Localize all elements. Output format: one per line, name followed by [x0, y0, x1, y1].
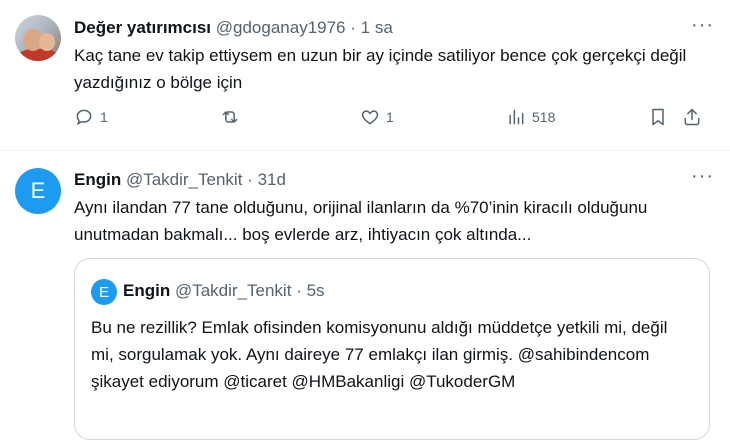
timestamp[interactable]: 31d — [258, 170, 286, 189]
user-handle[interactable]: @Takdir_Tenkit — [126, 170, 242, 189]
tweet[interactable]: E Engin @Takdir_Tenkit · 31d ··· Aynı il… — [0, 151, 730, 440]
avatar-face — [39, 33, 55, 51]
like-button[interactable]: 1 — [360, 107, 394, 127]
quoted-header: Engin @Takdir_Tenkit · 5s — [123, 281, 325, 301]
reply-count: 1 — [100, 109, 108, 125]
quoted-tweet-text: Bu ne rezillik? Emlak ofisinden komisyon… — [91, 318, 668, 391]
quoted-avatar[interactable]: E — [91, 279, 117, 305]
more-dots-icon[interactable]: ··· — [691, 165, 714, 188]
retweet-icon — [222, 111, 238, 123]
display-name[interactable]: Değer yatırımcısı — [74, 18, 211, 37]
action-bar: 1 1 518 — [74, 107, 714, 135]
tweet-text: Aynı ilandan 77 tane olduğunu, orijinal … — [74, 198, 648, 244]
tweet-reply[interactable]: Değer yatırımcısı @gdoganay1976 · 1 sa ·… — [0, 0, 730, 151]
share-button[interactable] — [682, 107, 702, 127]
like-count: 1 — [386, 109, 394, 125]
separator-dot: · — [247, 170, 253, 189]
views-chart-icon — [509, 109, 524, 125]
avatar[interactable] — [15, 15, 61, 61]
quoted-timestamp[interactable]: 5s — [307, 281, 325, 300]
quoted-tweet[interactable]: E Engin @Takdir_Tenkit · 5s Bu ne rezill… — [74, 258, 710, 440]
reply-button[interactable]: 1 — [74, 107, 108, 127]
quoted-user-handle[interactable]: @Takdir_Tenkit — [175, 281, 291, 300]
avatar[interactable]: E — [15, 168, 61, 214]
heart-icon — [361, 110, 379, 125]
timestamp[interactable]: 1 sa — [361, 18, 393, 37]
views-button[interactable]: 518 — [506, 107, 555, 127]
tweet-header: Engin @Takdir_Tenkit · 31d — [74, 170, 286, 190]
share-icon — [684, 108, 700, 126]
bookmark-button[interactable] — [648, 107, 668, 127]
display-name[interactable]: Engin — [74, 170, 121, 189]
reply-icon — [76, 109, 92, 126]
more-dots-icon[interactable]: ··· — [691, 14, 714, 37]
tweet-header: Değer yatırımcısı @gdoganay1976 · 1 sa — [74, 18, 393, 38]
quoted-display-name[interactable]: Engin — [123, 281, 170, 300]
views-count: 518 — [532, 109, 556, 125]
avatar-shirt — [17, 49, 59, 61]
separator-dot: · — [350, 18, 356, 37]
tweet-text: Kaç tane ev takip ettiysem en uzun bir a… — [74, 46, 687, 92]
retweet-button[interactable] — [220, 107, 246, 127]
bookmark-icon — [652, 108, 664, 126]
separator-dot: · — [296, 281, 302, 300]
user-handle[interactable]: @gdoganay1976 — [216, 18, 346, 37]
